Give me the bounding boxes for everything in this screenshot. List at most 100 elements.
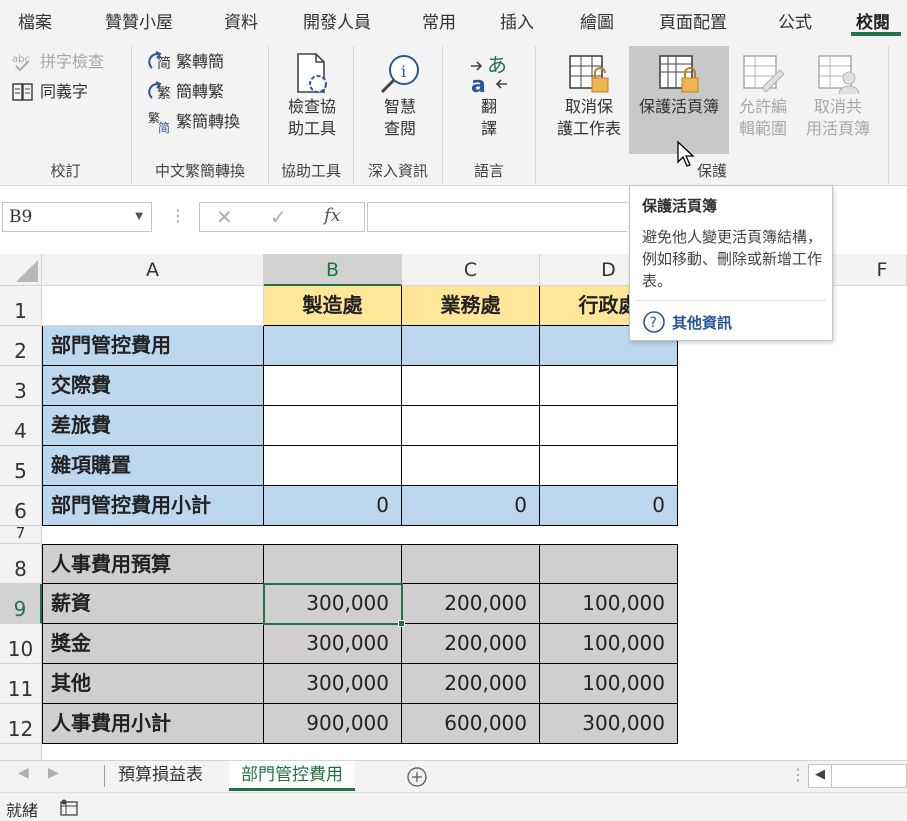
cell-c8[interactable] [402, 544, 540, 584]
cell-a8[interactable]: 人事費用預算 [42, 544, 264, 584]
spell-check-button[interactable]: 拼字檢查 [40, 52, 104, 72]
cell-c6[interactable]: 0 [402, 486, 540, 526]
unshare-workbook-button[interactable]: 取消共 用活頁簿 [797, 46, 879, 154]
row-header-6[interactable]: 6 [0, 486, 42, 526]
cell-b8[interactable] [264, 544, 402, 584]
cell-c11[interactable]: 200,000 [402, 664, 540, 704]
row-header-11[interactable]: 11 [0, 664, 42, 704]
cell-b10[interactable]: 300,000 [264, 624, 402, 664]
drag-handle-icon[interactable]: ⋮ [170, 206, 186, 225]
drag-handle-icon[interactable]: ⋮ [790, 765, 806, 784]
cell-c9[interactable]: 200,000 [402, 584, 540, 624]
cell-c3[interactable] [402, 366, 540, 406]
row-header-4[interactable]: 4 [0, 406, 42, 446]
cell-c2[interactable] [402, 326, 540, 366]
cell-a6[interactable]: 部門管控費用小計 [42, 486, 264, 526]
cell-a12[interactable]: 人事費用小計 [42, 704, 264, 744]
cell-d9[interactable]: 100,000 [540, 584, 678, 624]
tab-file[interactable]: 檔案 [18, 8, 52, 33]
cell-a1[interactable] [42, 286, 264, 326]
row-header-3[interactable]: 3 [0, 366, 42, 406]
unprotect-sheet-button[interactable]: 取消保 護工作表 [550, 46, 628, 154]
check-accessibility-button[interactable]: 檢查協 助工具 [277, 46, 347, 154]
cell-b4[interactable] [264, 406, 402, 446]
row-header-5[interactable]: 5 [0, 446, 42, 486]
row-header-8[interactable]: 8 [0, 544, 42, 584]
cell-b2[interactable] [264, 326, 402, 366]
cell-d10[interactable]: 100,000 [540, 624, 678, 664]
cell-b12[interactable]: 900,000 [264, 704, 402, 744]
formula-input[interactable] [367, 202, 627, 232]
cell-b5[interactable] [264, 446, 402, 486]
column-header-a[interactable]: A [42, 254, 264, 286]
add-sheet-icon[interactable] [406, 766, 428, 788]
cell-a4[interactable]: 差旅費 [42, 406, 264, 446]
cell-d3[interactable] [540, 366, 678, 406]
cell-d6[interactable]: 0 [540, 486, 678, 526]
thesaurus-button[interactable]: 同義字 [40, 82, 88, 102]
tab-draw[interactable]: 繪圖 [580, 8, 614, 33]
chevron-down-icon[interactable]: ▼ [135, 203, 143, 231]
group-separator [888, 46, 889, 184]
cell-a10[interactable]: 獎金 [42, 624, 264, 664]
enter-icon[interactable]: ✓ [270, 205, 287, 229]
scroll-right-icon[interactable]: ▶ [48, 765, 59, 781]
cell-c4[interactable] [402, 406, 540, 446]
row-header-13[interactable] [0, 744, 42, 760]
to-traditional-button[interactable]: 簡轉繁 [176, 82, 224, 102]
tab-insert[interactable]: 插入 [500, 8, 534, 33]
column-header-c[interactable]: C [402, 254, 540, 286]
insert-function-icon[interactable]: fx [324, 205, 341, 226]
cell-b6[interactable]: 0 [264, 486, 402, 526]
row-header-7[interactable]: 7 [0, 526, 42, 544]
cancel-icon[interactable]: ✕ [216, 205, 233, 229]
cell-c10[interactable]: 200,000 [402, 624, 540, 664]
cell-b11[interactable]: 300,000 [264, 664, 402, 704]
sheet-tab-budget-pl[interactable]: 預算損益表 [106, 761, 215, 791]
cell-b3[interactable] [264, 366, 402, 406]
name-box[interactable]: B9 ▼ [2, 202, 152, 232]
cell-d11[interactable]: 100,000 [540, 664, 678, 704]
protect-workbook-button[interactable]: 保護活頁簿 [629, 46, 729, 154]
cell-d4[interactable] [540, 406, 678, 446]
cell-a3[interactable]: 交際費 [42, 366, 264, 406]
cell-a5[interactable]: 雜項購置 [42, 446, 264, 486]
tab-formulas[interactable]: 公式 [778, 8, 812, 33]
select-all-corner[interactable] [0, 254, 42, 286]
cell-d8[interactable] [540, 544, 678, 584]
cell-d12[interactable]: 300,000 [540, 704, 678, 744]
more-info-link[interactable]: 其他資訊 [672, 312, 732, 333]
translate-button[interactable]: あ a 翻 譯 [456, 46, 522, 154]
tab-data[interactable]: 資料 [224, 8, 258, 33]
scroll-left-icon[interactable]: ◀ [18, 765, 29, 781]
row-header-2[interactable]: 2 [0, 326, 42, 366]
fill-handle[interactable] [398, 620, 405, 627]
tab-zanzan[interactable]: 贊贊小屋 [105, 8, 173, 33]
tab-review[interactable]: 校閱 [856, 8, 890, 33]
horizontal-scrollbar[interactable]: ◀ [808, 764, 907, 788]
cell-c5[interactable] [402, 446, 540, 486]
row-header-12[interactable]: 12 [0, 704, 42, 744]
cell-a2[interactable]: 部門管控費用 [42, 326, 264, 366]
scroll-left-arrow-icon[interactable]: ◀ [815, 767, 825, 782]
row-header-1[interactable]: 1 [0, 286, 42, 326]
row-header-9[interactable]: 9 [0, 584, 42, 624]
conversion-button[interactable]: 繁簡轉換 [176, 112, 240, 132]
to-simplified-button[interactable]: 繁轉簡 [176, 52, 224, 72]
tab-home[interactable]: 常用 [422, 8, 456, 33]
cell-b1[interactable]: 製造處 [264, 286, 402, 326]
tab-developer[interactable]: 開發人員 [303, 8, 371, 33]
smart-lookup-button[interactable]: i 智慧 查閱 [365, 46, 435, 154]
help-icon[interactable]: ? [642, 310, 666, 334]
row-header-10[interactable]: 10 [0, 624, 42, 664]
tab-page-layout[interactable]: 頁面配置 [659, 8, 727, 33]
sheet-tab-dept-expense[interactable]: 部門管控費用 [229, 761, 355, 791]
cell-c12[interactable]: 600,000 [402, 704, 540, 744]
cell-a9[interactable]: 薪資 [42, 584, 264, 624]
cell-a11[interactable]: 其他 [42, 664, 264, 704]
cell-d5[interactable] [540, 446, 678, 486]
column-header-b[interactable]: B [264, 254, 402, 286]
macro-record-icon[interactable] [60, 799, 80, 817]
allow-edit-ranges-button[interactable]: 允許編 輯範圍 [730, 46, 796, 154]
cell-c1[interactable]: 業務處 [402, 286, 540, 326]
